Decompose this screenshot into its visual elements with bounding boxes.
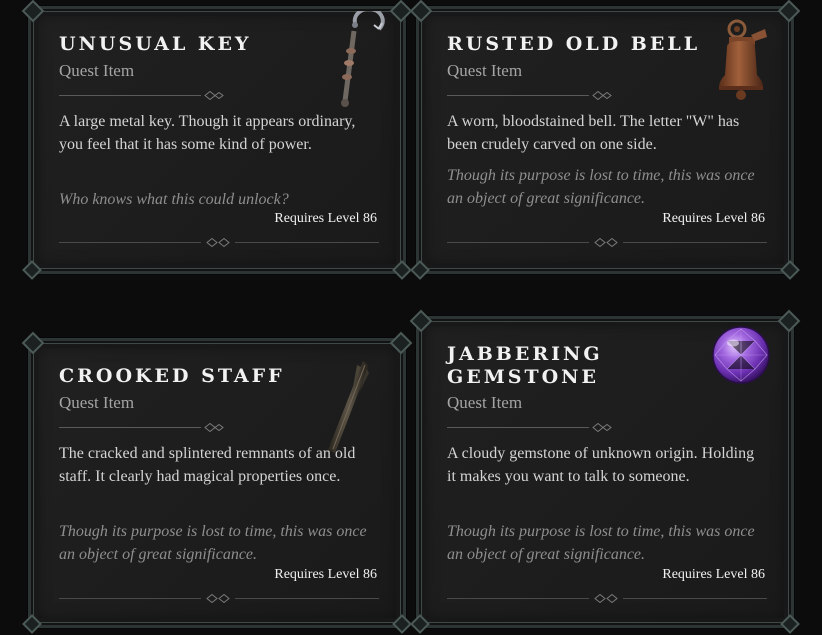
item-name: Unusual Key <box>59 33 252 55</box>
level-requirement: Requires Level 86 <box>274 567 377 582</box>
level-requirement: Requires Level 86 <box>662 567 765 582</box>
divider-ornament <box>447 423 612 432</box>
frame-corner <box>22 614 42 634</box>
item-description: A worn, bloodstained bell. The letter "W… <box>447 113 740 153</box>
item-type: Quest Item <box>59 393 135 412</box>
frame-corner <box>780 260 800 280</box>
item-description: A cloudy gemstone of unknown origin. Hol… <box>447 445 755 485</box>
item-flavor-text: Who knows what this could unlock? <box>59 191 289 208</box>
key-icon <box>341 11 385 107</box>
item-description: A large metal key. Though it appears ord… <box>59 113 356 153</box>
frame-corner <box>22 260 42 280</box>
divider-ornament <box>59 91 224 100</box>
item-name: Crooked Staff <box>59 365 285 387</box>
item-type: Quest Item <box>59 61 135 80</box>
item-type: Quest Item <box>447 61 523 80</box>
divider-ornament <box>59 594 379 603</box>
divider-ornament <box>59 423 224 432</box>
level-requirement: Requires Level 86 <box>662 211 765 226</box>
staff-icon <box>328 361 369 453</box>
item-flavor-text: Though its purpose is lost to time, this… <box>447 523 755 563</box>
item-type: Quest Item <box>447 393 523 412</box>
divider-ornament <box>59 238 379 247</box>
item-name-line: Gemstone <box>447 366 599 388</box>
item-flavor-text: Though its purpose is lost to time, this… <box>447 167 755 207</box>
item-card-unusual-key[interactable]: Unusual Key Quest Item A large metal key… <box>22 6 412 280</box>
item-card-jabbering-gemstone[interactable]: Jabbering Gemstone Quest Item A cloudy g… <box>410 316 800 634</box>
gemstone-icon <box>712 326 770 384</box>
item-card-crooked-staff[interactable]: Crooked Staff Quest Item The cracked and… <box>22 338 412 634</box>
frame-corner <box>780 614 800 634</box>
frame-corner <box>392 614 412 634</box>
divider-ornament <box>447 91 612 100</box>
level-requirement: Requires Level 86 <box>274 211 377 226</box>
item-flavor-text: Though its purpose is lost to time, this… <box>59 523 367 563</box>
divider-ornament <box>447 238 767 247</box>
frame-corner <box>410 260 430 280</box>
item-name: Jabbering Gemstone <box>447 343 603 389</box>
frame-corner <box>392 260 412 280</box>
divider-ornament <box>447 594 767 603</box>
frame-corner <box>410 614 430 634</box>
bell-icon <box>719 19 767 100</box>
item-card-rusted-old-bell[interactable]: Rusted Old Bell Quest Item A worn, blood… <box>410 6 800 280</box>
item-name-line: Jabbering <box>447 343 603 365</box>
item-name: Rusted Old Bell <box>447 33 701 55</box>
